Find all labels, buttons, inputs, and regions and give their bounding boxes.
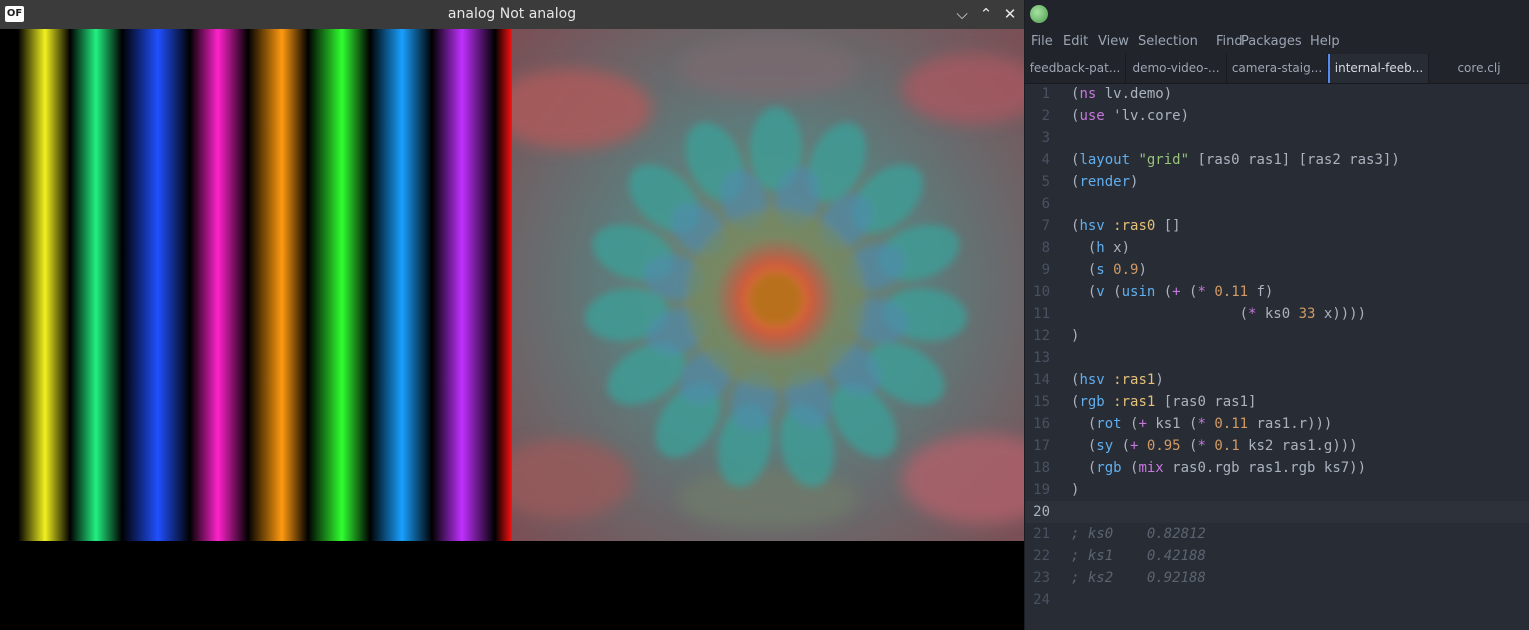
- tab-core-clj[interactable]: core.clj: [1429, 54, 1529, 83]
- comment-ks2: ; ks2 0.92188: [1071, 570, 1206, 586]
- line-number: 15: [1033, 394, 1050, 410]
- code-line: 3: [1025, 127, 1529, 149]
- comment-ks1: ; ks1 0.42188: [1071, 548, 1206, 564]
- line-number: 2: [1041, 108, 1050, 124]
- code-area[interactable]: 1 (ns lv.demo) 2 (use 'lv.core) 3 4 (layout…: [1025, 83, 1529, 630]
- code-line: 22 ; ks1 0.42188: [1025, 545, 1529, 567]
- of-window: OF analog Not analog ⌵ ⌃ ✕: [0, 0, 1024, 630]
- window-title: analog Not analog: [447, 6, 577, 22]
- code-line: 9 (s 0.9): [1025, 259, 1529, 281]
- line-source: (* ks0 33 x)))): [1071, 306, 1367, 322]
- line-number: 7: [1041, 218, 1050, 234]
- line-source: (h x): [1071, 240, 1131, 256]
- line-number: 14: [1033, 372, 1050, 388]
- line-number: 21: [1033, 526, 1050, 542]
- line-source: (layout "grid" [ras0 ras1] [ras2 ras3]): [1071, 152, 1400, 168]
- line-number: 10: [1033, 284, 1050, 300]
- line-source: (hsv :ras0 []: [1071, 218, 1181, 234]
- code-line: 21 ; ks0 0.82812: [1025, 523, 1529, 545]
- line-source: (rgb (mix ras0.rgb ras1.rgb ks7)): [1071, 460, 1367, 476]
- line-number: 5: [1041, 174, 1050, 190]
- menu-packages[interactable]: Packages: [1241, 29, 1302, 54]
- menu-bar: File Edit View Selection Find Packages H…: [1025, 29, 1529, 54]
- code-line: 5 (render): [1025, 171, 1529, 193]
- code-line: 13: [1025, 347, 1529, 369]
- maximize-button[interactable]: ⌃: [975, 0, 997, 29]
- line-number: 17: [1033, 438, 1050, 454]
- line-number: 12: [1033, 328, 1050, 344]
- line-number: 3: [1041, 130, 1050, 146]
- code-line: 16 (rot (+ ks1 (* 0.11 ras1.r))): [1025, 413, 1529, 435]
- line-source: (sy (+ 0.95 (* 0.1 ks2 ras1.g))): [1071, 438, 1358, 454]
- line-number: 11: [1033, 306, 1050, 322]
- feedback-image: [512, 29, 1024, 541]
- line-number: 19: [1033, 482, 1050, 498]
- of-titlebar[interactable]: OF analog Not analog ⌵ ⌃ ✕: [0, 0, 1024, 29]
- line-number: 8: [1041, 240, 1050, 256]
- tab-feedback-pat[interactable]: feedback-pat...: [1025, 54, 1126, 83]
- code-line: 1 (ns lv.demo): [1025, 83, 1529, 105]
- line-number: 23: [1033, 570, 1050, 586]
- code-line: 23 ; ks2 0.92188: [1025, 567, 1529, 589]
- line-source: (rot (+ ks1 (* 0.11 ras1.r))): [1071, 416, 1333, 432]
- line-number: 9: [1041, 262, 1050, 278]
- line-source: (v (usin (+ (* 0.11 f): [1071, 284, 1274, 300]
- menu-file[interactable]: File: [1031, 29, 1053, 54]
- line-number: 4: [1041, 152, 1050, 168]
- atom-icon: [1030, 5, 1048, 23]
- line-source: (ns lv.demo): [1071, 86, 1173, 102]
- minimize-button[interactable]: ⌵: [951, 0, 973, 29]
- line-source: (s 0.9): [1071, 262, 1147, 278]
- code-line: 4 (layout "grid" [ras0 ras1] [ras2 ras3]): [1025, 149, 1529, 171]
- line-number: 18: [1033, 460, 1050, 476]
- menu-find[interactable]: Find: [1216, 29, 1243, 54]
- tab-bar: feedback-pat... demo-video-... camera-st…: [1025, 54, 1529, 84]
- code-line: 17 (sy (+ 0.95 (* 0.1 ks2 ras1.g))): [1025, 435, 1529, 457]
- menu-selection[interactable]: Selection: [1138, 29, 1198, 54]
- code-line: 8 (h x): [1025, 237, 1529, 259]
- code-line: 19): [1025, 479, 1529, 501]
- close-button[interactable]: ✕: [999, 0, 1021, 29]
- menu-view[interactable]: View: [1098, 29, 1129, 54]
- line-source: ): [1071, 482, 1080, 498]
- code-line: 10 (v (usin (+ (* 0.11 f): [1025, 281, 1529, 303]
- code-line: 6: [1025, 193, 1529, 215]
- line-number: 24: [1033, 592, 1050, 608]
- menu-edit[interactable]: Edit: [1063, 29, 1088, 54]
- code-line: 18 (rgb (mix ras0.rgb ras1.rgb ks7)): [1025, 457, 1529, 479]
- editor-titlebar[interactable]: [1025, 0, 1529, 29]
- tab-camera-staig[interactable]: camera-staig...: [1227, 54, 1328, 83]
- code-line: 14 (hsv :ras1): [1025, 369, 1529, 391]
- tab-demo-video[interactable]: demo-video-...: [1126, 54, 1227, 83]
- line-source: (use 'lv.core): [1071, 108, 1190, 124]
- line-number: 6: [1041, 196, 1050, 212]
- hsv-stripes-canvas: [0, 29, 512, 541]
- code-line: 11 (* ks0 33 x)))): [1025, 303, 1529, 325]
- line-number: 13: [1033, 350, 1050, 366]
- line-number: 16: [1033, 416, 1050, 432]
- code-editor-window: File Edit View Selection Find Packages H…: [1024, 0, 1529, 630]
- line-number: 1: [1041, 86, 1050, 102]
- code-line: 12): [1025, 325, 1529, 347]
- line-source: (render): [1071, 174, 1139, 190]
- line-source: (rgb :ras1 [ras0 ras1]: [1071, 394, 1257, 410]
- code-line: 24: [1025, 589, 1529, 611]
- line-number: 22: [1033, 548, 1050, 564]
- line-number: 20: [1033, 504, 1050, 520]
- comment-ks0: ; ks0 0.82812: [1071, 526, 1206, 542]
- feedback-canvas: [512, 29, 1024, 541]
- code-line: 15 (rgb :ras1 [ras0 ras1]: [1025, 391, 1529, 413]
- code-line: 7 (hsv :ras0 []: [1025, 215, 1529, 237]
- line-source: (hsv :ras1): [1071, 372, 1164, 388]
- code-line: 2 (use 'lv.core): [1025, 105, 1529, 127]
- menu-help[interactable]: Help: [1310, 29, 1340, 54]
- line-source: ): [1071, 328, 1080, 344]
- code-line-cursor[interactable]: 20: [1025, 501, 1529, 523]
- tab-internal-feeb[interactable]: internal-feeb...: [1328, 54, 1429, 83]
